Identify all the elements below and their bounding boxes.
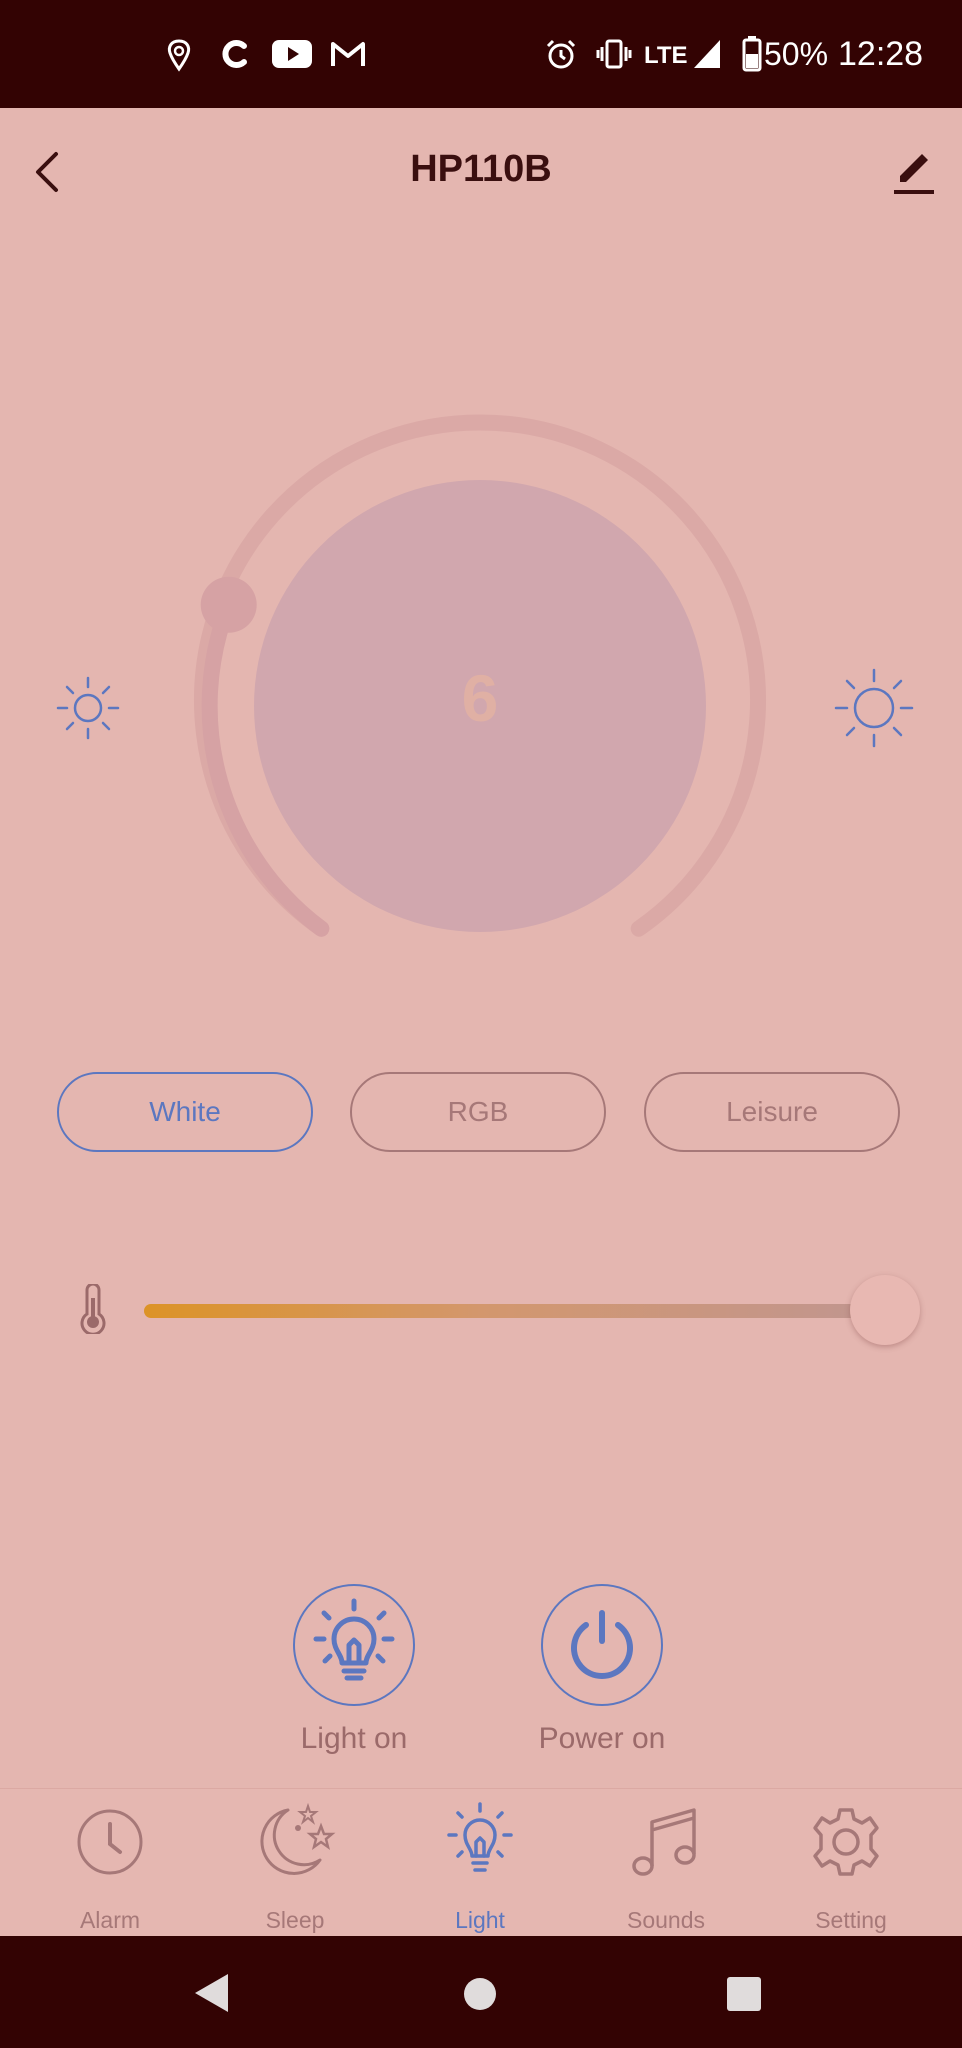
brightness-low-icon[interactable] (54, 674, 122, 742)
network-type: LTE (644, 42, 688, 69)
moon-stars-icon[interactable] (258, 1802, 338, 1878)
sync-app-icon (222, 40, 247, 68)
nav-home-icon[interactable] (462, 1976, 498, 2012)
nav-back-icon[interactable] (192, 1972, 232, 2014)
dial-knob[interactable] (200, 576, 257, 633)
light-on-label: Light on (300, 1722, 408, 1755)
alarm-icon (546, 39, 576, 69)
thermometer-icon (80, 1284, 106, 1334)
vibrate-icon (596, 39, 632, 69)
location-icon (167, 39, 191, 72)
signal-icon (694, 40, 720, 68)
edit-button[interactable] (890, 148, 938, 196)
nav-recents-icon[interactable] (726, 1976, 762, 2012)
clock-time: 12:28 (838, 35, 924, 73)
tab-setting[interactable]: Setting (776, 1907, 926, 1934)
page-title: HP110B (410, 148, 552, 190)
gear-icon[interactable] (810, 1806, 882, 1878)
battery-icon (742, 36, 762, 72)
tab-light[interactable]: Light (405, 1907, 555, 1934)
bulb-icon[interactable] (444, 1800, 516, 1880)
brightness-value: 6 (461, 661, 499, 735)
power-on-button[interactable] (540, 1583, 664, 1707)
clock-icon[interactable] (74, 1806, 146, 1878)
slider-thumb[interactable] (850, 1275, 920, 1345)
power-on-label: Power on (538, 1722, 666, 1755)
gmail-icon (331, 42, 365, 66)
mode-white-button[interactable]: White (57, 1072, 313, 1152)
color-temperature-slider[interactable] (144, 1304, 890, 1318)
brightness-high-icon[interactable] (832, 666, 916, 750)
youtube-icon (272, 40, 312, 68)
music-note-icon[interactable] (626, 1804, 702, 1880)
mode-leisure-button[interactable]: Leisure (644, 1072, 900, 1152)
mode-rgb-button[interactable]: RGB (350, 1072, 606, 1152)
battery-percent: 50% (764, 36, 829, 72)
tab-sleep[interactable]: Sleep (220, 1907, 370, 1934)
status-bar: LTE 50% 12:28 (0, 0, 962, 108)
tab-sounds[interactable]: Sounds (591, 1907, 741, 1934)
light-on-button[interactable] (292, 1583, 416, 1707)
tab-alarm[interactable]: Alarm (35, 1907, 185, 1934)
system-nav-bar (0, 1936, 962, 2048)
